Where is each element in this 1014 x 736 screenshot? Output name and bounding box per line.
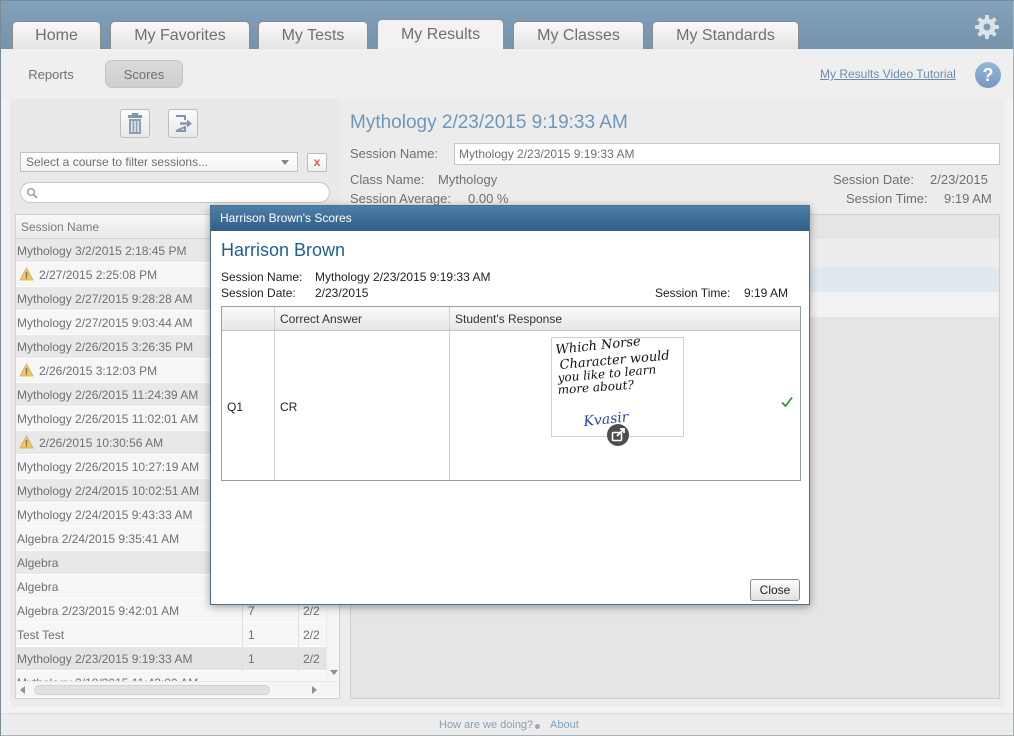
student-scores-dialog: Harrison Brown's Scores Harrison Brown S… [210,205,810,605]
expand-image-icon[interactable] [606,423,630,447]
close-button[interactable]: Close [750,579,800,601]
question-number: Q1 [227,400,244,414]
student-response-column-header: Student's Response [455,312,563,326]
dialog-title: Harrison Brown's Scores [211,206,809,231]
response-table: Correct Answer Student's Response Q1 CR … [221,306,801,481]
column-divider [449,307,450,480]
dialog-session-name-value: Mythology 2/23/2015 9:19:33 AM [315,270,491,284]
checkmark-icon [780,395,794,409]
correct-answer-column-header: Correct Answer [280,312,363,326]
app-window: Home My Favorites My Tests My Results My… [0,0,1014,736]
dialog-session-date-label: Session Date: [221,286,296,300]
dialog-session-date-value: 2/23/2015 [315,286,369,300]
correct-answer: CR [280,400,298,414]
column-divider [274,307,275,480]
dialog-session-name-label: Session Name: [221,270,303,284]
student-name: Harrison Brown [221,240,346,260]
dialog-session-time-value: 9:19 AM [744,286,789,300]
handwritten-response-image[interactable]: Which Norse Character would you like to … [551,334,684,437]
dialog-session-time-label: Session Time: [655,286,731,300]
handwriting-drawing: Which Norse Character would you like to … [555,334,670,430]
response-table-header: Correct Answer Student's Response [222,307,800,331]
